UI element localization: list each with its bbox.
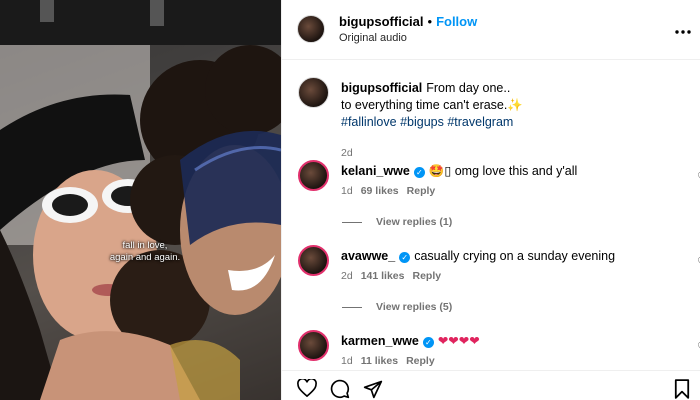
- commenter-avatar[interactable]: [298, 245, 329, 276]
- reply-button[interactable]: Reply: [407, 185, 436, 197]
- caption-line-1: fall in love,: [122, 240, 168, 251]
- caption-username[interactable]: bigupsofficial: [341, 81, 422, 95]
- caption-hashtags[interactable]: #fallinlove #bigups #travelgram: [341, 115, 513, 129]
- share-paper-plane-icon[interactable]: [363, 379, 383, 400]
- comments-section[interactable]: bigupsofficial From day one.. to everythi…: [282, 61, 700, 370]
- audio-link[interactable]: Original audio: [339, 32, 407, 44]
- caption-line-1-text: From day one..: [426, 81, 511, 95]
- comment-meta: 1d 69 likes Reply: [341, 185, 435, 197]
- caption-line-2-text: to everything time can't erase.: [341, 98, 508, 112]
- view-replies-button[interactable]: View replies (5): [342, 301, 452, 313]
- caption-text: bigupsofficial From day one.. to everythi…: [341, 80, 671, 131]
- author-username[interactable]: bigupsofficial: [339, 14, 424, 29]
- comment-body: casually crying on a sunday evening: [414, 249, 616, 263]
- comment-meta: 2d 141 likes Reply: [341, 270, 441, 282]
- commenter-avatar[interactable]: [298, 160, 329, 191]
- replies-divider: [342, 306, 362, 308]
- reply-button[interactable]: Reply: [412, 270, 441, 282]
- author-line: bigupsofficial • Follow: [339, 14, 477, 29]
- comment-body: ❤❤❤❤: [437, 334, 480, 348]
- comment-text-line: kelani_wwe ✓ 🤩▯ omg love this and y'all: [341, 163, 671, 180]
- verified-badge-icon: ✓: [399, 252, 411, 263]
- like-heart-icon[interactable]: [297, 377, 317, 400]
- commenter-username[interactable]: karmen_wwe: [341, 334, 419, 348]
- follow-button[interactable]: Follow: [436, 14, 477, 29]
- comment-text-line: avawwe_ ✓ casually crying on a sunday even…: [341, 248, 671, 265]
- post-action-bar: [282, 370, 700, 400]
- commenter-avatar[interactable]: [298, 330, 329, 361]
- commenter-username[interactable]: avawwe_: [341, 249, 395, 263]
- sparkle-emoji: ✨: [507, 98, 523, 112]
- comment-likes[interactable]: 11 likes: [361, 355, 398, 367]
- view-replies-button[interactable]: View replies (1): [342, 216, 452, 228]
- comment-likes[interactable]: 69 likes: [361, 185, 399, 197]
- separator-dot: •: [427, 14, 433, 29]
- author-avatar[interactable]: [297, 15, 325, 43]
- reply-button[interactable]: Reply: [406, 355, 435, 367]
- comment-bubble-icon[interactable]: [330, 379, 350, 400]
- comment-text-line: karmen_wwe ✓ ❤❤❤❤: [341, 333, 671, 350]
- verified-badge-icon: ✓: [413, 167, 425, 178]
- save-bookmark-icon[interactable]: [674, 379, 690, 400]
- view-replies-label: View replies (5): [376, 301, 453, 313]
- comment-meta: 1d 11 likes Reply: [341, 355, 435, 367]
- comment-age[interactable]: 1d: [341, 355, 353, 367]
- post-header: bigupsofficial • Follow Original audio: [282, 0, 700, 60]
- caption-line-2: again and again.: [109, 252, 181, 263]
- comment-body: 🤩▯ omg love this and y'all: [428, 164, 578, 178]
- verified-badge-icon: ✓: [422, 337, 434, 348]
- more-options-icon[interactable]: [675, 18, 691, 39]
- video-caption-overlay: fall in love, again and again.: [100, 240, 190, 264]
- commenter-username[interactable]: kelani_wwe: [341, 164, 410, 178]
- caption-age[interactable]: 2d: [341, 147, 353, 159]
- comment-age[interactable]: 2d: [341, 270, 353, 282]
- post-details-panel: bigupsofficial • Follow Original audio big…: [281, 0, 700, 400]
- comment-age[interactable]: 1d: [341, 185, 353, 197]
- post-media[interactable]: fall in love, again and again.: [0, 0, 281, 400]
- view-replies-label: View replies (1): [376, 216, 453, 228]
- caption-author-avatar[interactable]: [298, 77, 329, 108]
- photo-illustration: [0, 0, 281, 400]
- replies-divider: [342, 221, 362, 223]
- comment-likes[interactable]: 141 likes: [361, 270, 405, 282]
